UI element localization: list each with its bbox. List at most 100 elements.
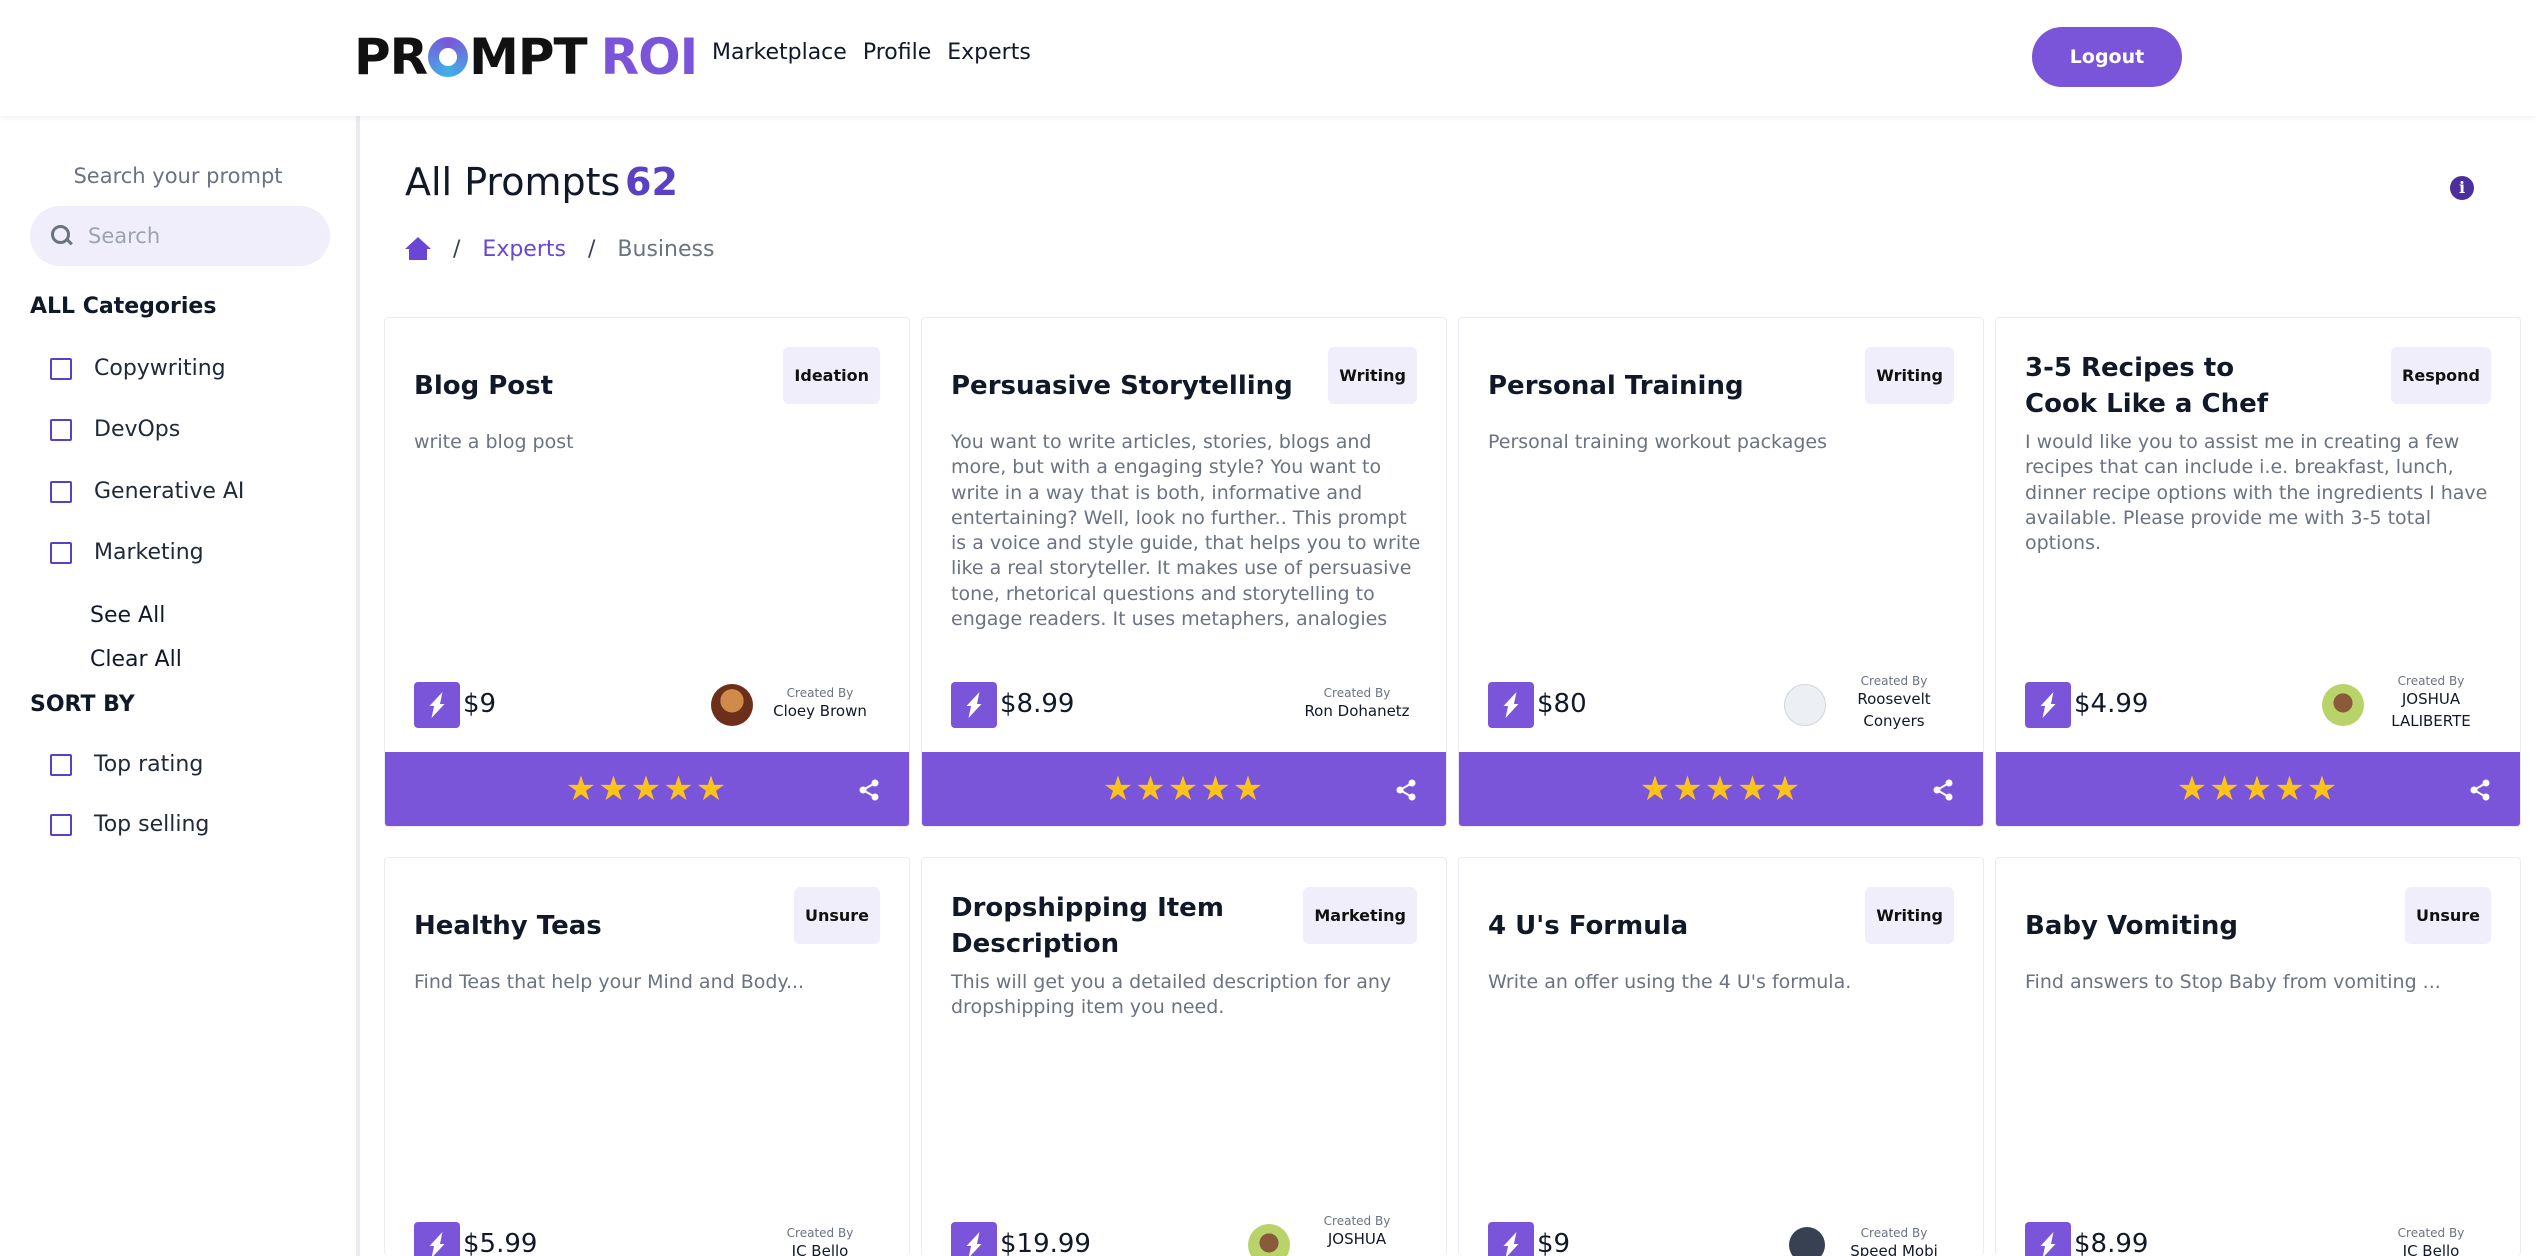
lightning-icon[interactable] [2025, 682, 2071, 728]
filter-sidebar: Search your prompt ALL Categories Copywr… [0, 116, 360, 1256]
lightning-icon[interactable] [414, 682, 460, 728]
prompt-card[interactable]: Persuasive Storytelling Writing You want… [921, 317, 1447, 827]
card-footer: ★★★★★ [922, 752, 1446, 826]
card-category-tag: Unsure [2404, 887, 2491, 944]
card-footer: ★★★★★ [1996, 752, 2520, 826]
lightning-icon[interactable] [1488, 1222, 1534, 1256]
prompt-card[interactable]: Healthy Teas Unsure Find Teas that help … [384, 857, 910, 1256]
prompt-card[interactable]: 4 U's Formula Writing Write an offer usi… [1458, 857, 1984, 1256]
share-icon[interactable] [1394, 778, 1418, 802]
card-footer: ★★★★★ [1459, 752, 1983, 826]
category-checkbox[interactable] [50, 357, 72, 380]
category-checkbox[interactable] [50, 418, 72, 441]
breadcrumb-separator: / [587, 236, 596, 262]
creator-name: JC Bello [2402, 1242, 2460, 1256]
lightning-icon[interactable] [2025, 1222, 2071, 1256]
creator-name: Ron Dohanetz [1304, 702, 1410, 720]
prompt-card[interactable]: Blog Post Ideation write a blog post $9 … [384, 317, 910, 827]
card-description: Personal training workout packages [1488, 431, 1828, 453]
info-icon[interactable]: i [2450, 176, 2474, 200]
creator-name: JOSHUA LALIBERTE [2391, 690, 2471, 730]
nav-marketplace[interactable]: Marketplace [712, 40, 847, 65]
nav-experts[interactable]: Experts [947, 40, 1031, 65]
breadcrumb-current: Business [617, 236, 715, 262]
categories-title: ALL Categories [30, 294, 217, 319]
sort-checkbox[interactable] [50, 813, 72, 836]
category-checkbox[interactable] [50, 541, 72, 564]
card-creator: Created By JC Bello [760, 1226, 880, 1256]
card-category-tag: Marketing [1303, 887, 1417, 944]
created-by-label: Created By [786, 686, 854, 700]
sort-label: Top rating [94, 752, 204, 777]
card-category-tag: Writing [1865, 347, 1954, 404]
created-by-label: Created By [2397, 674, 2465, 688]
created-by-label: Created By [1860, 1226, 1928, 1240]
share-icon[interactable] [2468, 778, 2492, 802]
category-label: DevOps [94, 417, 181, 442]
sort-top-rating[interactable]: Top rating [50, 752, 203, 777]
sort-top-selling[interactable]: Top selling [50, 812, 209, 837]
created-by-label: Created By [786, 1226, 854, 1240]
category-generative-ai[interactable]: Generative AI [50, 479, 244, 504]
creator-name: Roosevelt Conyers [1857, 690, 1931, 730]
rating-stars: ★★★★★ [1102, 769, 1266, 809]
category-devops[interactable]: DevOps [50, 417, 180, 442]
breadcrumb-separator: / [453, 236, 461, 262]
prompt-card[interactable]: 3-5 Recipes to Cook Like a Chef Respond … [1995, 317, 2521, 827]
sort-by-title: SORT BY [30, 692, 135, 717]
category-label: Generative AI [94, 479, 245, 504]
prompt-card[interactable]: Baby Vomiting Unsure Find answers to Sto… [1995, 857, 2521, 1256]
created-by-label: Created By [1860, 674, 1928, 688]
card-creator: Created By JOSHUA [1297, 1214, 1417, 1250]
card-description: I would like you to assist me in creatin… [2025, 431, 2488, 555]
category-label: Marketing [94, 540, 204, 565]
search-box[interactable] [30, 206, 330, 266]
search-input[interactable] [88, 224, 308, 248]
card-title: 3-5 Recipes to Cook Like a Chef [2025, 353, 2269, 419]
card-category-tag: Unsure [793, 887, 880, 944]
prompt-roi-logo[interactable]: PR MPT ROI [354, 28, 698, 86]
sort-checkbox[interactable] [50, 753, 72, 776]
share-icon[interactable] [1931, 778, 1955, 802]
share-icon[interactable] [857, 778, 881, 802]
creator-avatar [711, 684, 753, 726]
creator-avatar [2322, 684, 2364, 726]
created-by-label: Created By [1323, 686, 1391, 700]
prompt-card[interactable]: Personal Training Writing Personal train… [1458, 317, 1984, 827]
card-creator: Created By JC Bello [2371, 1226, 2491, 1256]
lightning-icon[interactable] [1488, 682, 1534, 728]
category-copywriting[interactable]: Copywriting [50, 356, 226, 381]
card-creator: Created By Ron Dohanetz [1297, 686, 1417, 722]
category-checkbox[interactable] [50, 480, 72, 503]
card-price: $9 [1537, 1229, 1571, 1256]
card-category-tag: Writing [1328, 347, 1417, 404]
see-all-link[interactable]: See All [90, 603, 165, 628]
card-title: Dropshipping Item Description [951, 893, 1224, 959]
card-price: $19.99 [1000, 1229, 1091, 1256]
creator-avatar [1789, 1227, 1825, 1256]
card-title: Personal Training [1488, 371, 1744, 401]
card-creator: Created By Roosevelt Conyers [1834, 674, 1954, 732]
search-icon [50, 224, 74, 248]
sort-label: Top selling [94, 812, 210, 837]
card-category-tag: Ideation [783, 347, 880, 404]
card-description: Find Teas that help your Mind and Body..… [414, 971, 805, 993]
card-category-tag: Writing [1865, 887, 1954, 944]
nav-profile[interactable]: Profile [863, 40, 931, 65]
creator-avatar [1248, 1224, 1290, 1256]
home-icon[interactable] [405, 237, 431, 261]
card-price: $8.99 [2074, 1229, 2149, 1256]
page-title: All Prompts [405, 160, 621, 204]
logout-button[interactable]: Logout [2032, 27, 2182, 87]
search-label: Search your prompt [73, 164, 283, 188]
breadcrumb-experts[interactable]: Experts [482, 237, 566, 262]
creator-name: JC Bello [791, 1242, 849, 1256]
lightning-icon[interactable] [414, 1222, 460, 1256]
lightning-icon[interactable] [951, 682, 997, 728]
breadcrumb: / Experts / Business [405, 234, 714, 264]
clear-all-link[interactable]: Clear All [90, 647, 182, 672]
prompt-card[interactable]: Dropshipping Item Description Marketing … [921, 857, 1447, 1256]
card-creator: Created By Cloey Brown [760, 686, 880, 722]
lightning-icon[interactable] [951, 1222, 997, 1256]
category-marketing[interactable]: Marketing [50, 540, 204, 565]
